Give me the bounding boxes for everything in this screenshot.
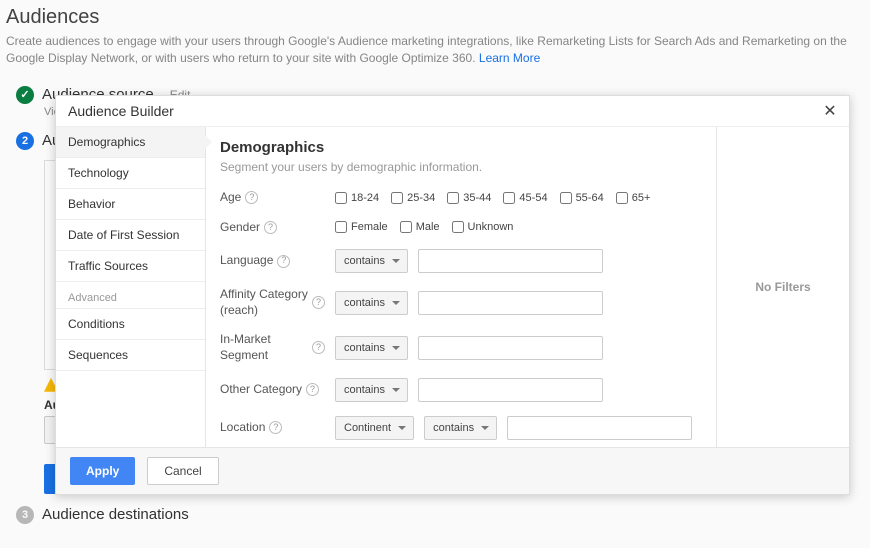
label-age: Age ? <box>220 190 325 206</box>
age-label-18-24: 18-24 <box>351 192 379 204</box>
gender-checkbox-female[interactable] <box>335 221 347 233</box>
inmarket-match-select[interactable]: contains <box>335 336 408 360</box>
nav-item-traffic-sources[interactable]: Traffic Sources <box>56 251 205 282</box>
label-other-text: Other Category <box>220 382 302 398</box>
gender-label-unknown: Unknown <box>468 221 514 233</box>
age-option-25-34[interactable]: 25-34 <box>391 192 435 204</box>
modal-body: Demographics Technology Behavior Date of… <box>56 127 849 447</box>
row-inmarket: In-Market Segment ? contains <box>220 332 702 363</box>
nav-item-demographics[interactable]: Demographics <box>56 127 205 158</box>
label-inmarket-text: In-Market Segment <box>220 332 308 363</box>
other-input[interactable] <box>418 378 603 402</box>
language-input[interactable] <box>418 249 603 273</box>
age-checkbox-65plus[interactable] <box>616 192 628 204</box>
age-option-35-44[interactable]: 35-44 <box>447 192 491 204</box>
row-affinity: Affinity Category (reach) ? contains <box>220 287 702 318</box>
label-affinity-text: Affinity Category (reach) <box>220 287 308 318</box>
location-scope-value: Continent <box>344 422 391 434</box>
row-gender: Gender ? Female Male Unknown <box>220 220 702 236</box>
gender-checkbox-unknown[interactable] <box>452 221 464 233</box>
label-language-text: Language <box>220 253 273 269</box>
other-match-select[interactable]: contains <box>335 378 408 402</box>
age-label-65plus: 65+ <box>632 192 651 204</box>
label-gender: Gender ? <box>220 220 325 236</box>
modal-title: Audience Builder <box>68 103 174 119</box>
label-location-text: Location <box>220 420 265 436</box>
help-icon[interactable]: ? <box>306 383 319 396</box>
gender-option-unknown[interactable]: Unknown <box>452 221 514 233</box>
gender-option-male[interactable]: Male <box>400 221 440 233</box>
demographics-panel: Demographics Segment your users by demog… <box>206 127 717 447</box>
age-label-45-54: 45-54 <box>519 192 547 204</box>
nav-item-technology[interactable]: Technology <box>56 158 205 189</box>
language-match-value: contains <box>344 255 385 267</box>
age-label-35-44: 35-44 <box>463 192 491 204</box>
help-icon[interactable]: ? <box>245 191 258 204</box>
label-language: Language ? <box>220 253 325 269</box>
age-checkbox-45-54[interactable] <box>503 192 515 204</box>
close-icon[interactable]: ✕ <box>821 102 839 120</box>
nav-item-sequences[interactable]: Sequences <box>56 340 205 371</box>
other-match-value: contains <box>344 384 385 396</box>
nav-item-conditions[interactable]: Conditions <box>56 309 205 340</box>
modal-header: Audience Builder ✕ <box>56 96 849 127</box>
label-age-text: Age <box>220 190 241 206</box>
panel-heading: Demographics <box>220 139 702 156</box>
help-icon[interactable]: ? <box>277 255 290 268</box>
location-scope-select[interactable]: Continent <box>335 416 414 440</box>
age-options: 18-24 25-34 35-44 45-54 55-64 65+ <box>335 192 650 204</box>
affinity-input[interactable] <box>418 291 603 315</box>
no-filters-text: No Filters <box>755 280 810 294</box>
location-input[interactable] <box>507 416 692 440</box>
inmarket-match-value: contains <box>344 342 385 354</box>
cancel-button[interactable]: Cancel <box>147 457 218 485</box>
age-option-45-54[interactable]: 45-54 <box>503 192 547 204</box>
filters-summary-panel: No Filters <box>717 127 849 447</box>
age-checkbox-18-24[interactable] <box>335 192 347 204</box>
help-icon[interactable]: ? <box>264 221 277 234</box>
age-option-55-64[interactable]: 55-64 <box>560 192 604 204</box>
help-icon[interactable]: ? <box>312 341 325 354</box>
modal-nav: Demographics Technology Behavior Date of… <box>56 127 206 447</box>
age-option-18-24[interactable]: 18-24 <box>335 192 379 204</box>
label-affinity: Affinity Category (reach) ? <box>220 287 325 318</box>
apply-button[interactable]: Apply <box>70 457 135 485</box>
age-option-65plus[interactable]: 65+ <box>616 192 651 204</box>
gender-options: Female Male Unknown <box>335 221 513 233</box>
age-checkbox-55-64[interactable] <box>560 192 572 204</box>
row-other: Other Category ? contains <box>220 378 702 402</box>
nav-item-behavior[interactable]: Behavior <box>56 189 205 220</box>
affinity-match-value: contains <box>344 297 385 309</box>
panel-subtext: Segment your users by demographic inform… <box>220 160 702 174</box>
language-match-select[interactable]: contains <box>335 249 408 273</box>
affinity-match-select[interactable]: contains <box>335 291 408 315</box>
nav-item-date-first-session[interactable]: Date of First Session <box>56 220 205 251</box>
label-inmarket: In-Market Segment ? <box>220 332 325 363</box>
gender-label-female: Female <box>351 221 388 233</box>
row-language: Language ? contains <box>220 249 702 273</box>
label-gender-text: Gender <box>220 220 260 236</box>
age-checkbox-35-44[interactable] <box>447 192 459 204</box>
location-match-select[interactable]: contains <box>424 416 497 440</box>
audience-builder-modal: Audience Builder ✕ Demographics Technolo… <box>55 95 850 495</box>
gender-option-female[interactable]: Female <box>335 221 388 233</box>
label-location: Location ? <box>220 420 325 436</box>
help-icon[interactable]: ? <box>312 296 325 309</box>
label-other: Other Category ? <box>220 382 325 398</box>
gender-checkbox-male[interactable] <box>400 221 412 233</box>
inmarket-input[interactable] <box>418 336 603 360</box>
nav-group-advanced: Advanced <box>56 282 205 309</box>
age-checkbox-25-34[interactable] <box>391 192 403 204</box>
age-label-55-64: 55-64 <box>576 192 604 204</box>
row-location: Location ? Continent contains <box>220 416 702 440</box>
location-match-value: contains <box>433 422 474 434</box>
gender-label-male: Male <box>416 221 440 233</box>
row-age: Age ? 18-24 25-34 35-44 45-54 55-64 65+ <box>220 190 702 206</box>
modal-footer: Apply Cancel <box>56 447 849 494</box>
help-icon[interactable]: ? <box>269 421 282 434</box>
age-label-25-34: 25-34 <box>407 192 435 204</box>
